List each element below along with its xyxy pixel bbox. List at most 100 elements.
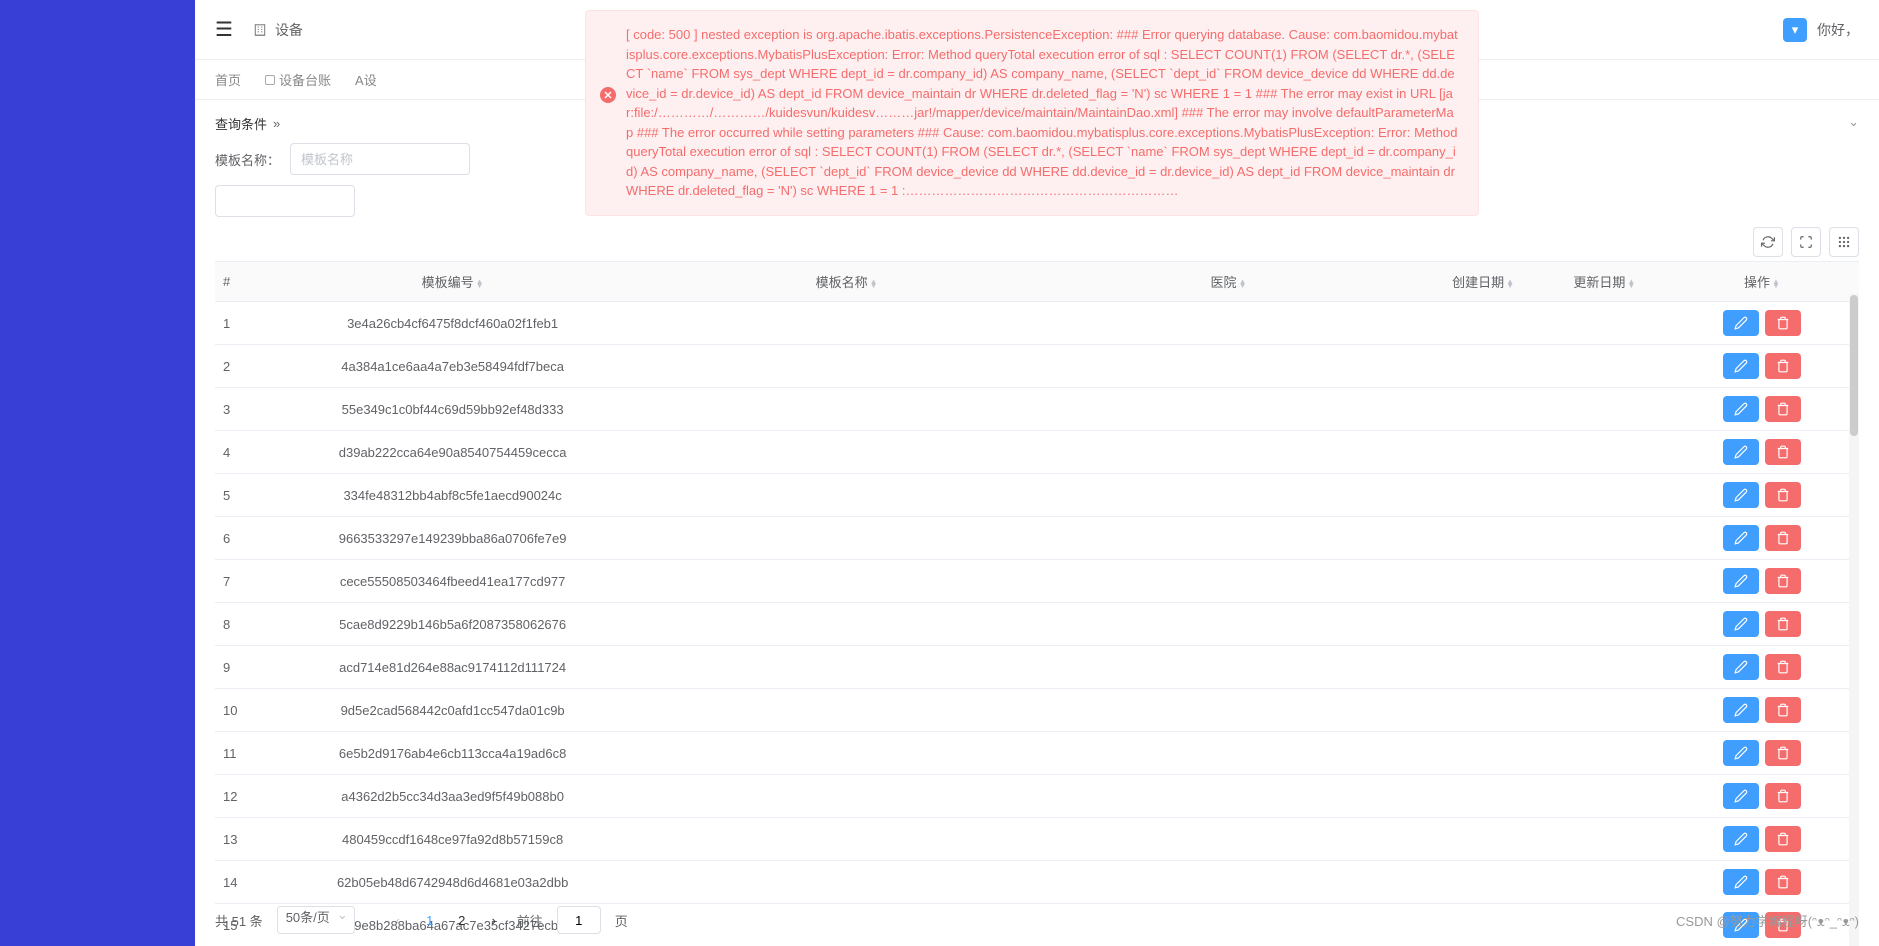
delete-button[interactable] <box>1765 396 1801 422</box>
next-page[interactable]: › <box>485 913 503 928</box>
delete-button[interactable] <box>1765 740 1801 766</box>
template-name-input[interactable] <box>290 143 470 175</box>
prev-page[interactable]: ‹ <box>389 913 407 928</box>
cell-action <box>1665 388 1859 431</box>
edit-button[interactable] <box>1723 783 1759 809</box>
error-text: [ code: 500 ] nested exception is org.ap… <box>626 25 1460 201</box>
delete-button[interactable] <box>1765 439 1801 465</box>
cell-updated <box>1544 603 1665 646</box>
edit-button[interactable] <box>1723 611 1759 637</box>
delete-button[interactable] <box>1765 568 1801 594</box>
cell-updated <box>1544 646 1665 689</box>
sidebar <box>0 0 195 946</box>
th-hospital[interactable]: 医院▲▼ <box>1035 262 1423 302</box>
edit-button[interactable] <box>1723 525 1759 551</box>
hamburger-icon[interactable]: ☰ <box>215 17 233 42</box>
goto-input[interactable] <box>557 906 601 934</box>
delete-button[interactable] <box>1765 611 1801 637</box>
cell-updated <box>1544 517 1665 560</box>
cell-hospital <box>1035 517 1423 560</box>
page-1[interactable]: 1 <box>421 913 439 928</box>
table-row: 13 480459ccdf1648ce97fa92d8b57159c8 <box>215 818 1859 861</box>
goto-suffix: 页 <box>615 911 628 930</box>
query-title: 查询条件 <box>215 114 267 133</box>
cell-action <box>1665 431 1859 474</box>
cell-updated <box>1544 689 1665 732</box>
error-toast: [ code: 500 ] nested exception is org.ap… <box>585 10 1479 216</box>
refresh-button[interactable] <box>1753 227 1783 257</box>
delete-button[interactable] <box>1765 869 1801 895</box>
cell-idx: 13 <box>215 818 247 861</box>
edit-button[interactable] <box>1723 869 1759 895</box>
edit-button[interactable] <box>1723 396 1759 422</box>
tab-a-device[interactable]: A设 <box>355 70 377 89</box>
page-size-select[interactable]: 50条/页⌄ <box>277 906 355 934</box>
th-created[interactable]: 创建日期▲▼ <box>1423 262 1544 302</box>
expand-icon[interactable]: » <box>273 116 280 131</box>
delete-button[interactable] <box>1765 525 1801 551</box>
edit-button[interactable] <box>1723 482 1759 508</box>
delete-button[interactable] <box>1765 310 1801 336</box>
data-table: # 模板编号▲▼ 模板名称▲▼ 医院▲▼ 创建日期▲▼ 更新日期▲▼ 操作▲▼ … <box>215 262 1859 946</box>
th-template-name[interactable]: 模板名称▲▼ <box>659 262 1035 302</box>
edit-button[interactable] <box>1723 654 1759 680</box>
scrollbar[interactable] <box>1849 294 1859 946</box>
cell-id: 4a384a1ce6aa4a7eb3e58494fdf7beca <box>247 345 659 388</box>
cell-action <box>1665 560 1859 603</box>
scrollbar-thumb[interactable] <box>1850 295 1858 436</box>
chevron-down-icon[interactable]: ⌄ <box>1848 114 1859 130</box>
tab-device-ledger[interactable]: 设备台账 <box>265 70 331 89</box>
cell-id: cece55508503464fbeed41ea177cd977 <box>247 560 659 603</box>
delete-button[interactable] <box>1765 482 1801 508</box>
user-dropdown[interactable]: ▾ <box>1783 18 1807 42</box>
cell-id: 55e349c1c0bf44c69d59bb92ef48d333 <box>247 388 659 431</box>
cell-created <box>1423 345 1544 388</box>
grid-button[interactable] <box>1829 227 1859 257</box>
cell-idx: 6 <box>215 517 247 560</box>
cell-updated <box>1544 861 1665 904</box>
edit-button[interactable] <box>1723 568 1759 594</box>
cell-created <box>1423 474 1544 517</box>
cell-hospital <box>1035 474 1423 517</box>
delete-button[interactable] <box>1765 654 1801 680</box>
edit-button[interactable] <box>1723 353 1759 379</box>
cell-created <box>1423 603 1544 646</box>
cell-created <box>1423 646 1544 689</box>
cell-created <box>1423 560 1544 603</box>
delete-button[interactable] <box>1765 826 1801 852</box>
cell-name <box>659 732 1035 775</box>
th-action[interactable]: 操作▲▼ <box>1665 262 1859 302</box>
cell-action <box>1665 517 1859 560</box>
cell-id: a4362d2b5cc34d3aa3ed9f5f49b088b0 <box>247 775 659 818</box>
edit-button[interactable] <box>1723 697 1759 723</box>
table-row: 1 3e4a26cb4cf6475f8dcf460a02f1feb1 <box>215 302 1859 345</box>
cell-updated <box>1544 388 1665 431</box>
building-icon <box>253 23 267 37</box>
page-2[interactable]: 2 <box>453 913 471 928</box>
cell-created <box>1423 732 1544 775</box>
cell-name <box>659 302 1035 345</box>
cell-created <box>1423 517 1544 560</box>
cell-name <box>659 689 1035 732</box>
table-row: 2 4a384a1ce6aa4a7eb3e58494fdf7beca <box>215 345 1859 388</box>
cell-id: 6e5b2d9176ab4e6cb113cca4a19ad6c8 <box>247 732 659 775</box>
blank-input[interactable] <box>215 185 355 217</box>
edit-button[interactable] <box>1723 310 1759 336</box>
fullscreen-button[interactable] <box>1791 227 1821 257</box>
cell-idx: 4 <box>215 431 247 474</box>
cell-id: 62b05eb48d6742948d6d4681e03a2dbb <box>247 861 659 904</box>
cell-name <box>659 775 1035 818</box>
cell-name <box>659 603 1035 646</box>
cell-updated <box>1544 302 1665 345</box>
edit-button[interactable] <box>1723 826 1759 852</box>
th-updated[interactable]: 更新日期▲▼ <box>1544 262 1665 302</box>
delete-button[interactable] <box>1765 697 1801 723</box>
cell-action <box>1665 302 1859 345</box>
delete-button[interactable] <box>1765 353 1801 379</box>
tab-home[interactable]: 首页 <box>215 70 241 89</box>
cell-action <box>1665 861 1859 904</box>
edit-button[interactable] <box>1723 740 1759 766</box>
edit-button[interactable] <box>1723 439 1759 465</box>
delete-button[interactable] <box>1765 783 1801 809</box>
th-template-id[interactable]: 模板编号▲▼ <box>247 262 659 302</box>
